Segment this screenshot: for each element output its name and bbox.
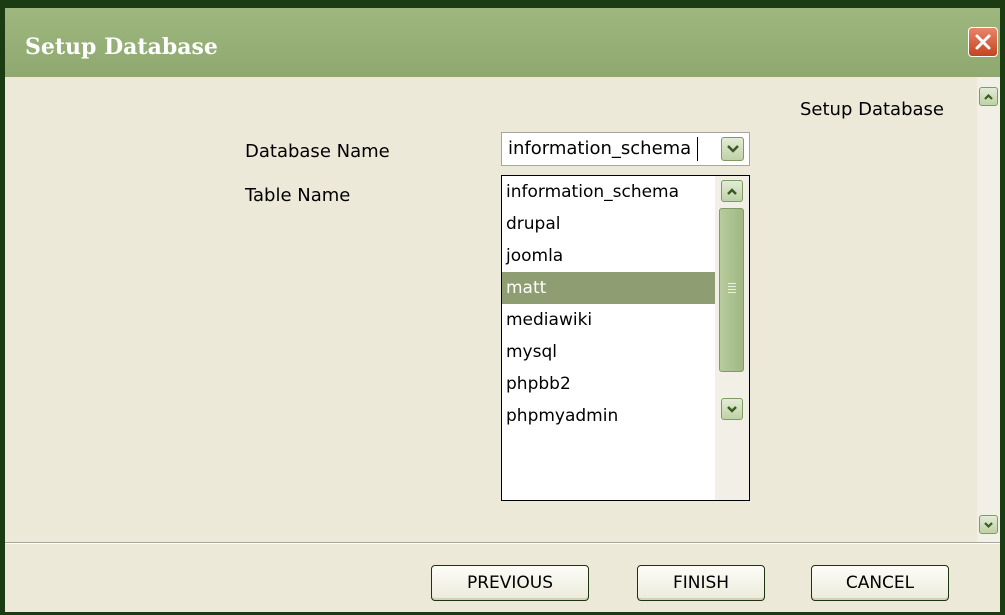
chevron-down-icon — [726, 145, 739, 153]
cancel-button[interactable]: CANCEL — [811, 565, 949, 601]
text-caret — [697, 137, 698, 161]
chevron-down-icon — [984, 521, 993, 528]
chevron-down-icon — [727, 405, 737, 413]
button-bar: PREVIOUS FINISH CANCEL — [5, 542, 1000, 612]
previous-button[interactable]: PREVIOUS — [431, 565, 589, 601]
dropdown-scroll-thumb[interactable] — [719, 208, 744, 372]
panel-scroll-down-button[interactable] — [979, 515, 998, 534]
dropdown-option[interactable]: mysql — [502, 336, 715, 368]
dropdown-option[interactable]: drupal — [502, 208, 715, 240]
dropdown-option-selected[interactable]: matt — [502, 272, 715, 304]
dropdown-option[interactable]: phpbb2 — [502, 368, 715, 400]
dropdown-scroll-up-button[interactable] — [721, 180, 743, 202]
combo-dropdown-button[interactable] — [721, 137, 744, 161]
panel-scroll-up-button[interactable] — [979, 87, 998, 106]
panel-scrollbar[interactable] — [977, 77, 1000, 542]
close-button[interactable] — [968, 27, 998, 57]
setup-database-window: Setup Database Setup Database Database N… — [0, 0, 1005, 615]
content-panel: Setup Database Database Name Table Name … — [5, 77, 1000, 542]
database-dropdown-list[interactable]: information_schema drupal joomla matt me… — [501, 175, 750, 501]
panel-heading: Setup Database — [800, 99, 944, 120]
table-name-label: Table Name — [245, 185, 351, 206]
dropdown-option[interactable]: mediawiki — [502, 304, 715, 336]
chevron-up-icon — [984, 93, 993, 100]
dropdown-scroll-down-button[interactable] — [721, 398, 743, 420]
title-bar[interactable]: Setup Database — [5, 8, 1000, 77]
window-title: Setup Database — [25, 34, 218, 60]
database-name-value[interactable]: information_schema — [508, 138, 691, 159]
dropdown-option[interactable]: information_schema — [502, 176, 715, 208]
finish-button[interactable]: FINISH — [637, 565, 765, 601]
dropdown-option[interactable]: joomla — [502, 240, 715, 272]
dropdown-scrollbar[interactable] — [715, 176, 749, 500]
dropdown-option[interactable]: phpmyadmin — [502, 400, 715, 432]
close-icon — [975, 34, 991, 50]
chevron-up-icon — [727, 187, 737, 195]
database-name-label: Database Name — [245, 141, 390, 162]
database-name-combo[interactable]: information_schema — [501, 132, 750, 166]
